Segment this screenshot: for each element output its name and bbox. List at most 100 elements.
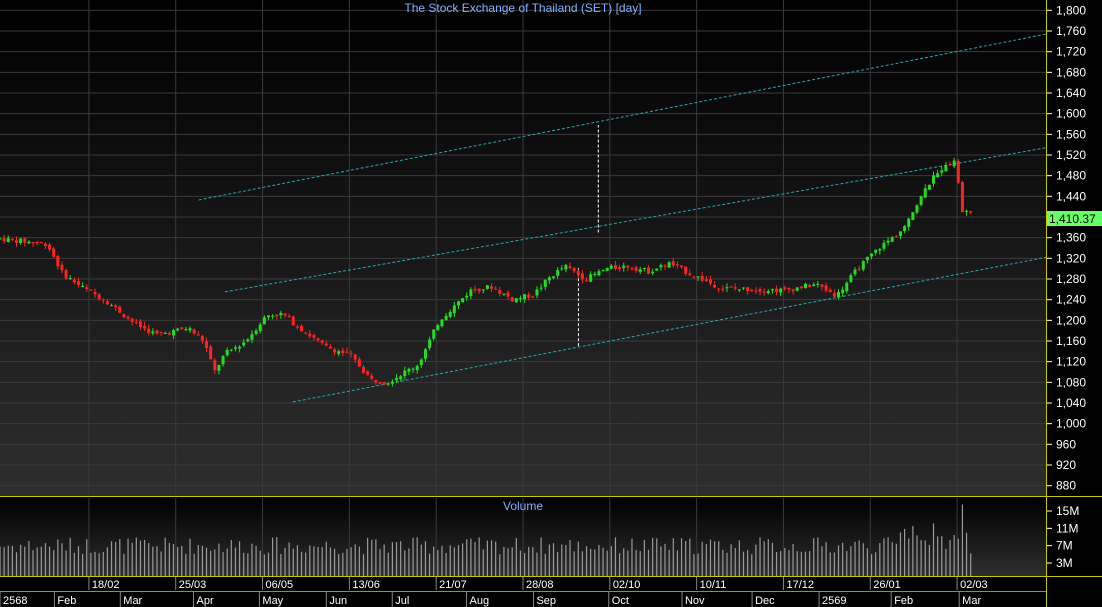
candle-body [337,351,341,354]
candle-body [870,253,874,257]
candle-body [593,273,597,275]
candle-body [192,329,196,334]
candle-body [816,283,820,285]
candle-body [419,359,423,366]
candle-body [960,181,964,213]
candle-body [849,275,853,283]
candle-body [205,341,209,348]
candle-body [659,264,663,268]
candle-body [923,188,927,198]
month-tick-label: Feb [57,595,76,607]
candle-body [865,256,869,261]
candle-body [461,298,465,303]
candle-body [386,383,390,385]
candle-body [39,242,43,244]
candle-body [965,210,969,212]
candle-body [217,365,221,371]
candle-body [952,160,956,167]
price-tick-label: 1,520 [1056,148,1086,162]
stock-chart: 1,800 1,760 1,720 1,680 1,640 1,600 1,560 1,520… [0,0,1102,607]
candle-body [101,299,105,301]
candle-body [539,287,543,289]
candle-body [861,261,865,270]
candle-body [64,269,68,279]
candle-body [490,286,494,289]
date-tick-label: 18/02 [92,579,120,591]
date-axis: 18/02 25/03 06/05 13/06 21/07 28/08 02/10 10/11… [0,577,1046,607]
candle-body [93,291,97,295]
candle-body [105,301,109,305]
candle-body [692,276,696,278]
candle-body [242,342,246,346]
candle-body [531,296,535,298]
candle-body [708,279,712,284]
date-tick-label: 26/01 [873,579,901,591]
candle-body [134,321,138,323]
candle-body [250,334,254,340]
candle-body [890,237,894,242]
candle-body [328,346,332,349]
candle-body [196,334,200,336]
candle-body [857,268,861,270]
price-tick-label: 1,200 [1056,313,1086,327]
candle-body [167,332,171,335]
candle-body [110,305,114,307]
candle-body [618,267,622,270]
candle-body [180,327,184,330]
price-tick-label: 920 [1056,458,1076,472]
candle-body [382,382,386,385]
candle-body [927,184,931,190]
candle-body [601,270,605,272]
candle-body [254,330,258,335]
candle-body [10,238,14,240]
candle-body [762,291,766,293]
candle-body [345,351,349,353]
candle-body [667,262,671,268]
candle-body [200,335,204,341]
candle-body [283,313,287,316]
candle-body [291,316,295,326]
price-tick-label: 1,560 [1056,127,1086,141]
price-tick-label: 1,000 [1056,417,1086,431]
price-tick-label: 1,720 [1056,45,1086,59]
candle-body [915,205,919,213]
candle-body [308,333,312,337]
candle-body [85,287,89,289]
candle-body [837,291,841,298]
candle-body [407,368,411,372]
candle-body [266,315,270,318]
last-price-label: 1,410.37 [1049,212,1096,226]
month-tick-label: Mar [123,595,142,607]
candle-body [898,231,902,236]
month-tick-label: Aug [470,595,490,607]
candle-body [688,273,692,276]
candle-body [399,376,403,380]
candle-body [374,379,378,383]
candle-body [143,325,147,329]
candle-body [808,284,812,288]
month-tick-label: Apr [197,595,214,607]
date-tick-label: 10/11 [700,579,727,591]
candle-body [518,298,522,300]
candle-body [742,287,746,289]
price-tick-label: 1,080 [1056,375,1086,389]
candle-body [853,269,857,275]
candle-body [564,264,568,270]
candle-body [473,288,477,291]
candle-body [403,370,407,377]
candle-body [428,339,432,349]
candle-body [874,249,878,253]
candle-body [589,274,593,282]
volume-tick-label: 15M [1056,504,1079,518]
candle-body [300,325,304,332]
candle-body [209,346,213,360]
candle-body [436,325,440,330]
candle-body [936,173,940,177]
candle-body [258,324,262,332]
candle-body [547,277,551,281]
candle-body [696,276,700,278]
candle-body [114,305,118,308]
date-tick-label: 13/06 [352,579,380,591]
candle-body [948,164,952,166]
candle-body [932,175,936,184]
